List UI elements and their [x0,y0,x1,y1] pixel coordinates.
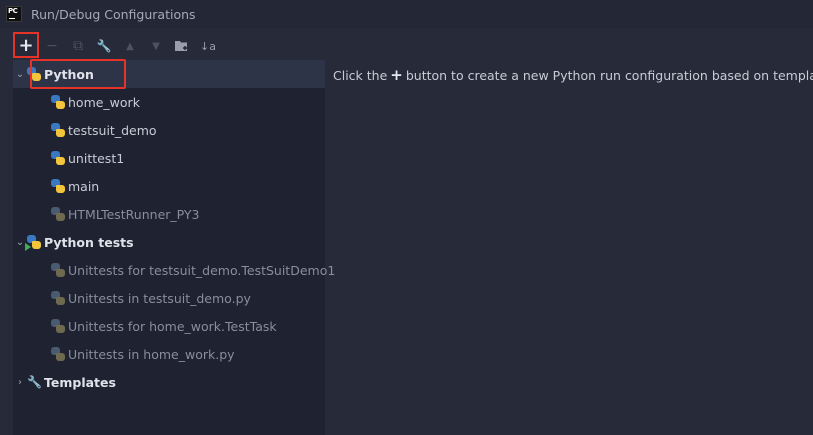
tree-item-label: testsuit_demo [68,122,157,138]
move-down-button[interactable]: ▼ [143,34,169,58]
hint-text: Click the + button to create a new Python … [333,66,813,84]
tree-item-label: Python [44,66,94,82]
tree-item-unittests-home-work-py[interactable]: Unittests in home_work.py [13,340,325,368]
remove-button[interactable]: − [39,34,65,58]
tree-item-label: main [68,178,100,194]
tree-item-testsuit-demo[interactable]: testsuit_demo [13,116,325,144]
python-tests-icon [25,235,41,251]
python-tests-icon [51,263,65,277]
tree-item-label: HTMLTestRunner_PY3 [68,206,200,222]
tree-item-unittest1[interactable]: unittest1 [13,144,325,172]
tree-item-label: Templates [44,374,116,390]
tree-item-home-work[interactable]: home_work [13,88,325,116]
wrench-icon: 🔧 [27,375,42,389]
python-icon [51,179,65,193]
tree-item-label: Unittests for home_work.TestTask [68,318,277,334]
tree-item-label: Unittests for testsuit_demo.TestSuitDemo… [68,262,336,278]
tree-item-label: unittest1 [68,150,125,166]
wrench-icon: 🔧 [96,39,112,53]
python-icon [51,95,65,109]
python-tests-icon [51,319,65,333]
tree-item-unittests-testsuitdemo1[interactable]: Unittests for testsuit_demo.TestSuitDemo… [13,256,335,284]
tree-item-label: home_work [68,94,140,110]
tree-item-unittests-testtask[interactable]: Unittests for home_work.TestTask [13,312,325,340]
move-up-button[interactable]: ▲ [117,34,143,58]
python-icon [27,67,41,81]
edit-defaults-button[interactable]: 🔧 [91,34,117,58]
tree-item-python[interactable]: ⌄ Python [13,60,325,88]
hint-prefix: Click the [333,68,388,83]
sort-button[interactable]: ↓a [195,34,221,58]
configuration-tree: ⌄ Python home_work testsuit_demo unittes… [13,60,335,435]
copy-button[interactable]: ⧉ [65,34,91,58]
chevron-right-icon[interactable]: › [13,377,27,388]
plus-icon: + [390,66,403,84]
title-bar: PC Run/Debug Configurations [0,0,813,28]
python-tests-icon [51,291,65,305]
tree-item-unittests-testsuit-demo-py[interactable]: Unittests in testsuit_demo.py [13,284,325,312]
new-folder-button[interactable] [169,34,195,58]
window-title: Run/Debug Configurations [31,6,196,22]
pycharm-icon: PC [6,6,22,22]
python-icon [51,151,65,165]
toolbar: + − ⧉ 🔧 ▲ ▼ ↓a [13,32,233,58]
tree-item-htmltestrunner[interactable]: HTMLTestRunner_PY3 [13,200,325,228]
python-tests-icon [51,347,65,361]
tree-item-templates[interactable]: › 🔧 Templates [13,368,325,396]
python-icon [51,123,65,137]
chevron-down-icon[interactable]: ⌄ [13,69,27,80]
tree-item-python-tests[interactable]: ⌄ Python tests [13,228,325,256]
tree-item-main[interactable]: main [13,172,325,200]
folder-icon [175,41,187,51]
tree-item-label: Python tests [44,234,134,250]
hint-suffix: button to create a new Python run config… [405,68,813,83]
tree-item-label: Unittests in testsuit_demo.py [68,290,251,306]
tree-item-label: Unittests in home_work.py [68,346,235,362]
add-button[interactable]: + [13,32,39,58]
python-icon [51,207,65,221]
